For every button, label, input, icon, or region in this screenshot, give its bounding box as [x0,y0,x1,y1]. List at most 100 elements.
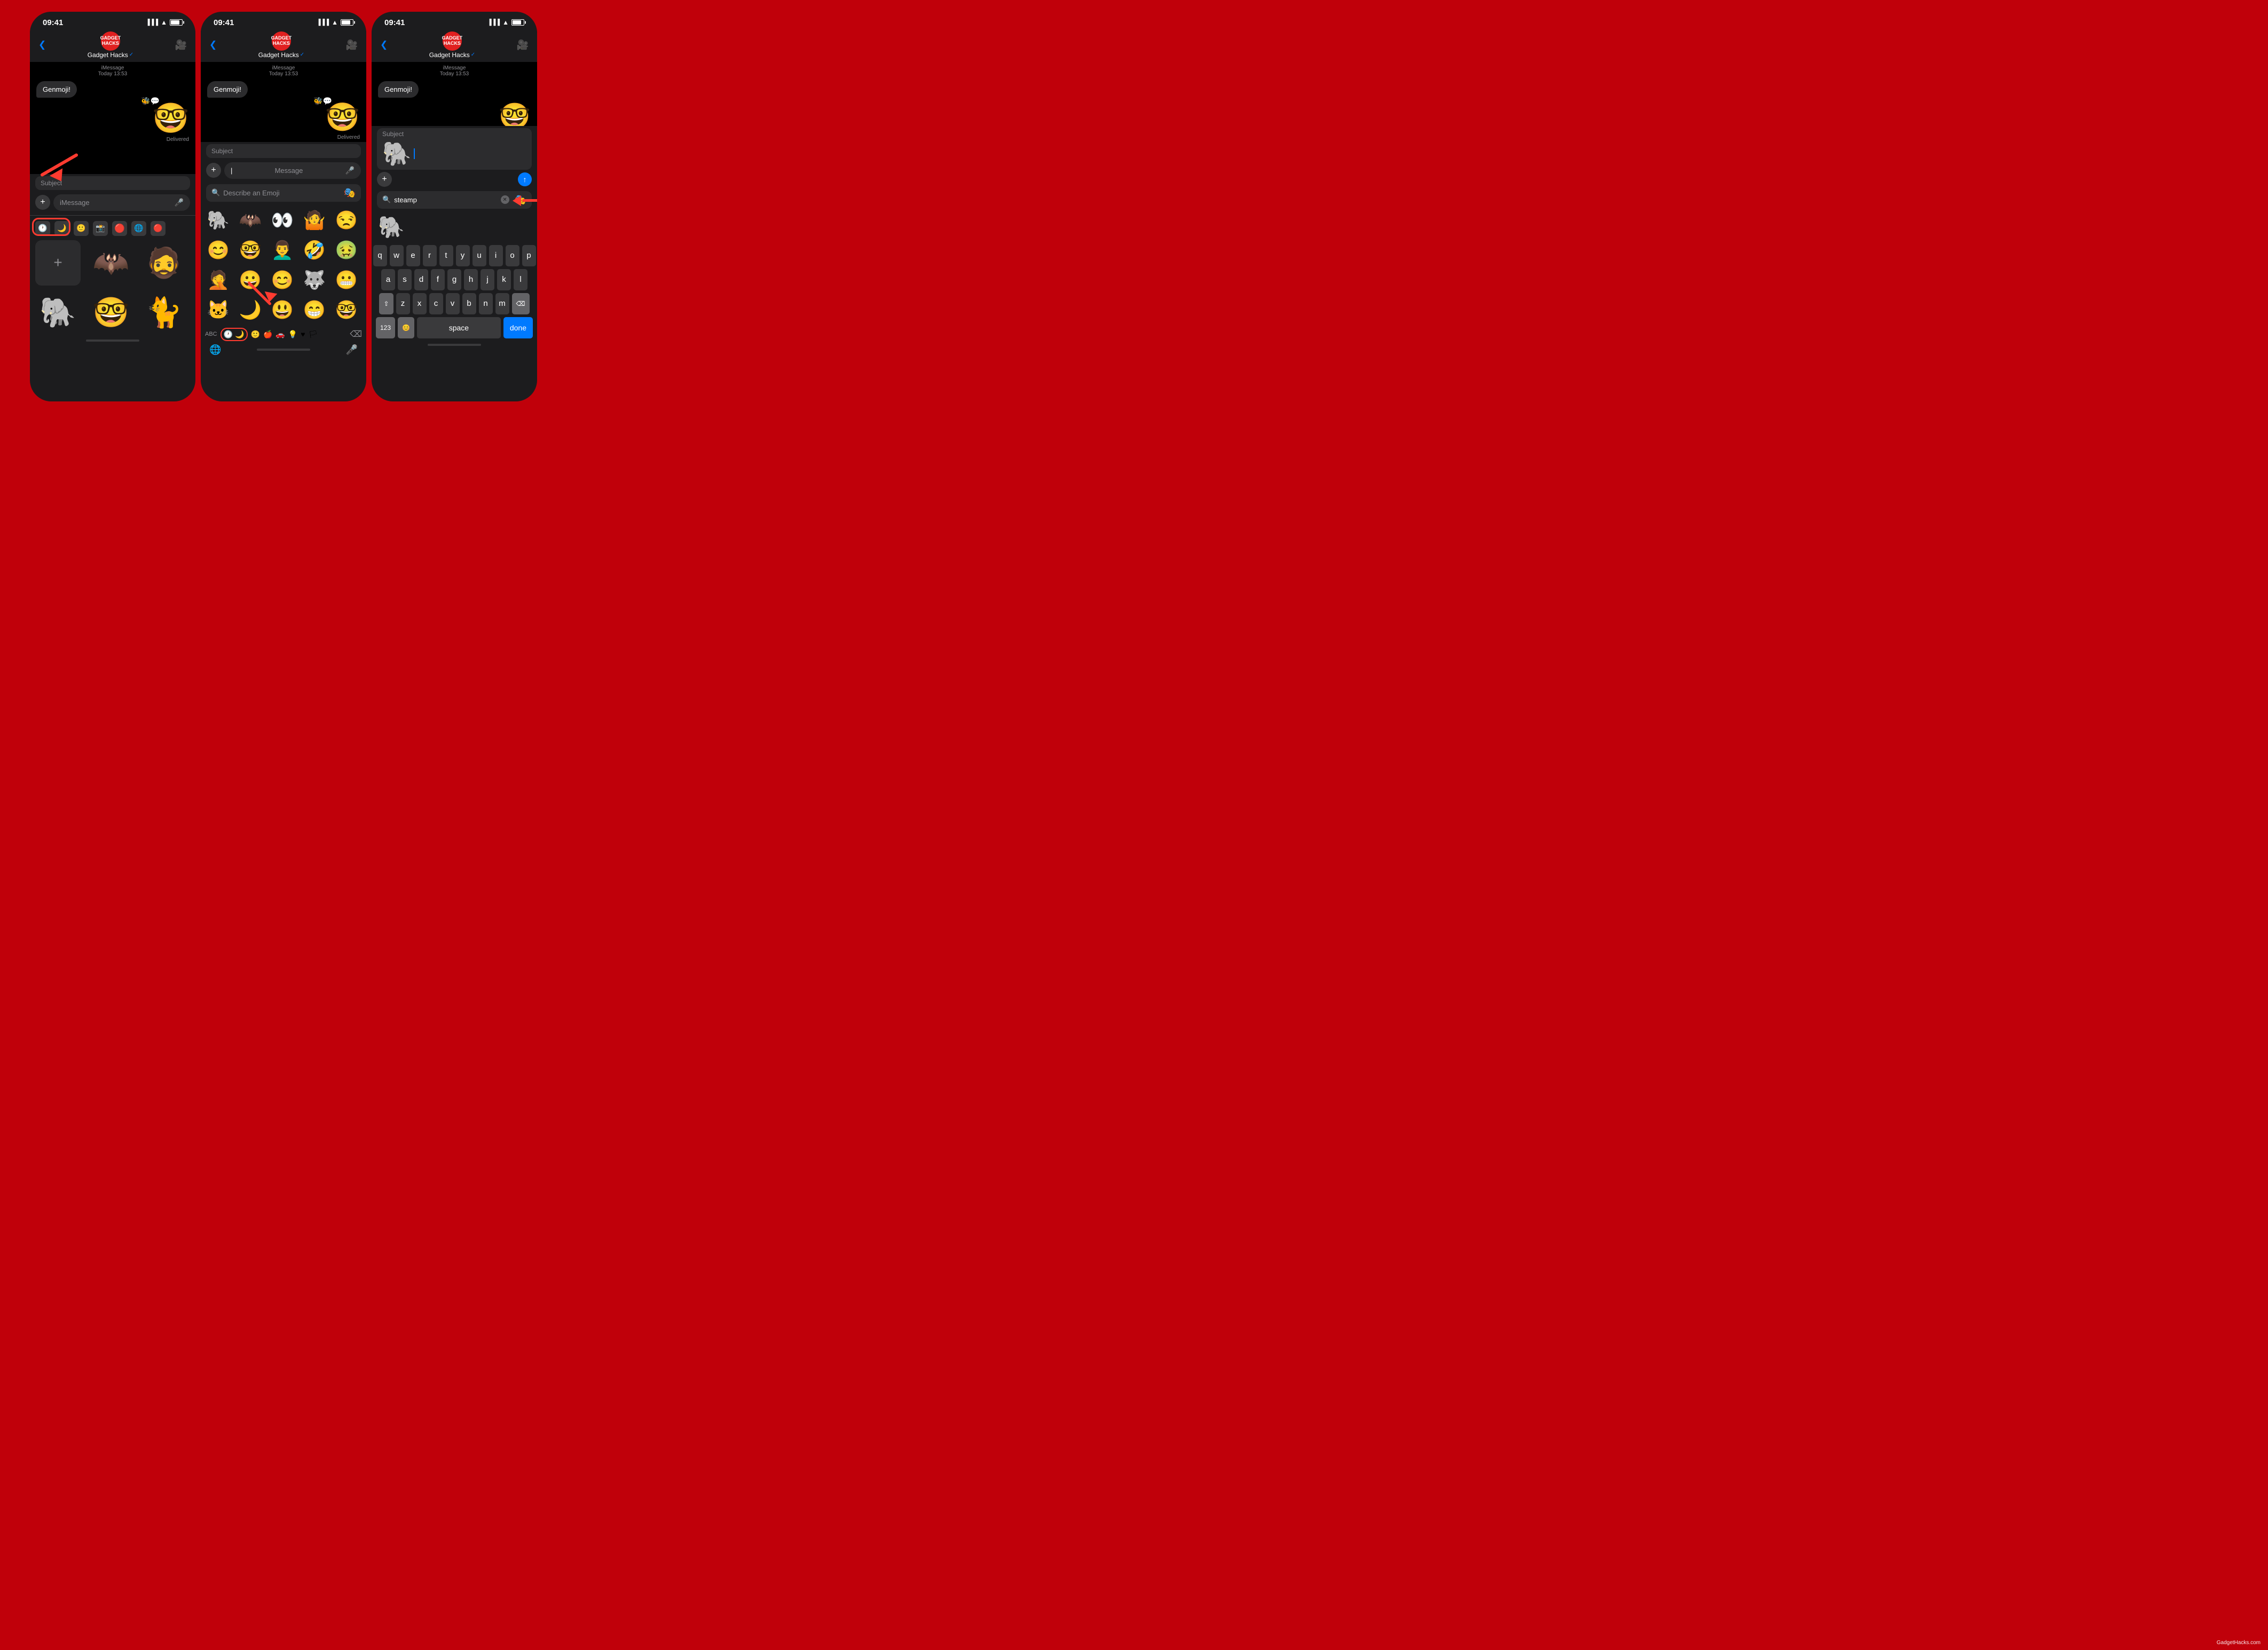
key-x[interactable]: x [413,293,427,314]
search-section-3: 🔍 steamp ✕ 🎭 [372,191,537,209]
key-g[interactable]: g [447,269,461,290]
key-j[interactable]: j [481,269,494,290]
mic-icon-kb-2[interactable]: 🎤 [346,344,358,356]
sticker-face[interactable]: 🧔 [141,240,187,286]
key-b[interactable]: b [462,293,476,314]
sticker-nerd[interactable]: 🤓 [88,290,133,335]
emoji-wolf-blue[interactable]: 🐺 [300,266,329,295]
key-p[interactable]: p [522,245,536,266]
key-t[interactable]: t [439,245,453,266]
emoji-smile[interactable]: 😊 [204,236,233,265]
emoji-facepalm[interactable]: 🤦 [204,266,233,295]
emoji-eyes[interactable]: 👀 [268,206,297,235]
key-w[interactable]: w [390,245,404,266]
key-s[interactable]: s [398,269,412,290]
message-input-2[interactable]: | Message 🎤 [224,162,361,179]
emoji-person-shrug[interactable]: 🤷 [300,206,329,235]
key-o[interactable]: o [506,245,519,266]
emoji-frown[interactable]: 😒 [332,206,361,235]
key-e[interactable]: e [406,245,420,266]
message-input-1[interactable]: iMessage 🎤 [53,194,190,211]
emoji-grinning[interactable]: 😀 [236,266,265,295]
globe-tab-1[interactable]: 🌐 [131,221,146,236]
key-space[interactable]: space [417,317,501,338]
plus-button-1[interactable]: + [35,195,50,210]
photo-tab-1[interactable]: 📸 [93,221,108,236]
smiley-emoji-tab[interactable]: 🙂 [251,330,260,339]
mic-icon-2[interactable]: 🎤 [345,166,355,175]
emoji-happy3[interactable]: 😁 [300,296,329,325]
subject-field-1[interactable]: Subject [35,176,190,190]
send-button-3[interactable]: ↑ [518,172,532,186]
emoji-elephant[interactable]: 🐘 [204,206,233,235]
key-i[interactable]: i [489,245,503,266]
sticker-cat[interactable]: 🐈 [141,290,187,335]
key-shift[interactable]: ⇧ [379,293,393,314]
key-z[interactable]: z [396,293,410,314]
car-emoji-tab[interactable]: 🚗 [275,330,285,339]
globe-icon-2[interactable]: 🌐 [209,344,221,356]
emoji-cat-black[interactable]: 🐱 [204,296,233,325]
key-f[interactable]: f [431,269,445,290]
apple-emoji-tab[interactable]: 🍎 [263,330,272,339]
clear-search-btn[interactable]: ✕ [501,195,509,204]
sticker-elephant[interactable]: 🐘 [35,290,81,335]
key-123[interactable]: 123 [376,317,395,338]
key-u[interactable]: u [472,245,486,266]
key-v[interactable]: v [446,293,460,314]
video-button-3[interactable]: 🎥 [517,40,529,51]
video-button-1[interactable]: 🎥 [175,40,187,51]
flag-emoji-tab[interactable]: 🏳 [309,330,318,339]
delete-key-2[interactable]: ⌫ [350,329,362,340]
back-button-3[interactable]: ❮ [380,40,388,50]
genmoji-search-3[interactable]: 🔍 steamp ✕ 🎭 [377,191,532,209]
fire-tab-1[interactable]: 🔴 [112,221,127,236]
emoji-happy2[interactable]: 😃 [268,296,297,325]
key-c[interactable]: c [429,293,443,314]
video-button-2[interactable]: 🎥 [346,40,358,51]
emoji-search-bar-2[interactable]: 🔍 Describe an Emoji 🎭 [206,184,361,202]
emoji-nerd-2[interactable]: 🤓 [236,236,265,265]
emoji-face1[interactable]: 👨‍🦱 [268,236,297,265]
key-q[interactable]: q [373,245,387,266]
smiley-tab-1[interactable]: 🙂 [74,221,89,236]
emoji-bat-devil[interactable]: 🦇 [236,206,265,235]
key-m[interactable]: m [495,293,509,314]
bulb-emoji-tab[interactable]: 💡 [288,330,297,339]
key-emoji[interactable]: 😊 [398,317,414,338]
key-delete[interactable]: ⌫ [512,293,530,314]
key-a[interactable]: a [381,269,395,290]
contact-center-2: GADGETHACKS Gadget Hacks ✓ [258,31,304,59]
key-n[interactable]: n [479,293,493,314]
clock-emoji-tab[interactable]: 🕐 [224,330,233,339]
sticker-bat[interactable]: 🦇 [88,240,133,286]
moon-emoji-tab[interactable]: 🌙 [235,330,244,339]
mic-icon-1[interactable]: 🎤 [175,198,184,207]
plus-button-3[interactable]: + [377,172,392,187]
subject-field-2[interactable]: Subject [206,144,361,158]
key-y[interactable]: y [456,245,470,266]
back-button-1[interactable]: ❮ [38,40,46,50]
subject-field-3[interactable]: Subject 🐘 [377,128,532,170]
recent-tab-1[interactable]: 🕐 [35,221,50,236]
emoji-smiling-sw[interactable]: 😊 [268,266,297,295]
emoji-nerd3[interactable]: 🤓 [332,296,361,325]
reddit-tab-1[interactable]: 🔴 [151,221,166,236]
emoji-laughcry[interactable]: 🤣 [300,236,329,265]
back-button-2[interactable]: ❮ [209,40,217,50]
genmoji-steampunk-elephant[interactable]: 🐘 [377,213,406,242]
key-done[interactable]: done [503,317,533,338]
key-k[interactable]: k [497,269,511,290]
add-sticker-btn[interactable]: + [35,240,81,286]
emoji-crescent[interactable]: 🌙 [236,296,265,325]
key-r[interactable]: r [423,245,437,266]
key-l[interactable]: l [514,269,527,290]
moon-tab-1[interactable]: 🌙 [54,221,69,236]
plus-button-2[interactable]: + [206,163,221,178]
abc-btn-2[interactable]: ABC [205,331,217,337]
emoji-grimace[interactable]: 😬 [332,266,361,295]
emoji-green-face[interactable]: 🤢 [332,236,361,265]
heart-emoji-tab[interactable]: ♥ [301,330,305,338]
key-h[interactable]: h [464,269,478,290]
key-d[interactable]: d [414,269,428,290]
